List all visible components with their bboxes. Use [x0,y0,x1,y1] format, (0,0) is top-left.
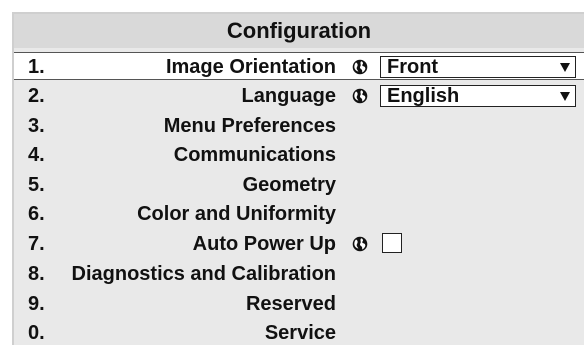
menu-item-diagnostics-and-calibration[interactable]: 8. Diagnostics and Calibration [14,260,584,288]
menu-item-label: Diagnostics and Calibration [71,263,336,285]
menu-item-number: 6. [28,203,45,225]
menu-item-label: Menu Preferences [163,115,336,137]
image-orientation-dropdown[interactable]: Front [380,56,576,78]
dropdown-value: English [387,85,460,107]
menu-item-number: 9. [28,293,45,315]
menu-item-image-orientation[interactable]: 1. Image Orientation Front [14,52,584,80]
menu-item-number: 0. [28,322,45,344]
menu-item-label: Image Orientation [165,56,336,78]
menu-item-number: 2. [28,85,45,107]
menu-title: Configuration [14,14,584,48]
auto-power-up-checkbox[interactable] [382,233,402,253]
menu-item-language[interactable]: 2. Language English [14,82,584,110]
menu-item-label: Geometry [242,174,336,196]
menu-item-label: Auto Power Up [192,233,336,255]
menu-item-label: Language [241,85,336,107]
globe-icon [352,236,368,252]
menu-item-number: 4. [28,144,45,166]
menu-item-reserved[interactable]: 9. Reserved [14,290,584,318]
menu-item-menu-preferences[interactable]: 3. Menu Preferences [14,112,584,140]
menu-item-label: Reserved [245,293,336,315]
menu-item-number: 7. [28,233,45,255]
menu-item-auto-power-up[interactable]: 7. Auto Power Up [14,230,584,258]
menu-item-number: 3. [28,115,45,137]
menu-item-number: 5. [28,174,45,196]
chevron-down-icon[interactable] [560,92,570,101]
menu-item-label: Color and Uniformity [137,203,336,225]
menu-item-label: Communications [173,144,336,166]
menu-item-service[interactable]: 0. Service [14,319,584,345]
menu-item-number: 8. [28,263,45,285]
chevron-down-icon[interactable] [560,63,570,72]
menu-item-communications[interactable]: 4. Communications [14,141,584,169]
menu-item-geometry[interactable]: 5. Geometry [14,171,584,199]
language-dropdown[interactable]: English [380,85,576,107]
globe-icon [352,88,368,104]
menu-item-number: 1. [28,56,45,78]
dropdown-value: Front [387,56,439,78]
menu-item-color-and-uniformity[interactable]: 6. Color and Uniformity [14,200,584,228]
menu-item-label: Service [264,322,336,344]
globe-icon [352,59,368,75]
configuration-menu: Configuration 1. Image Orientation Front… [12,12,584,345]
